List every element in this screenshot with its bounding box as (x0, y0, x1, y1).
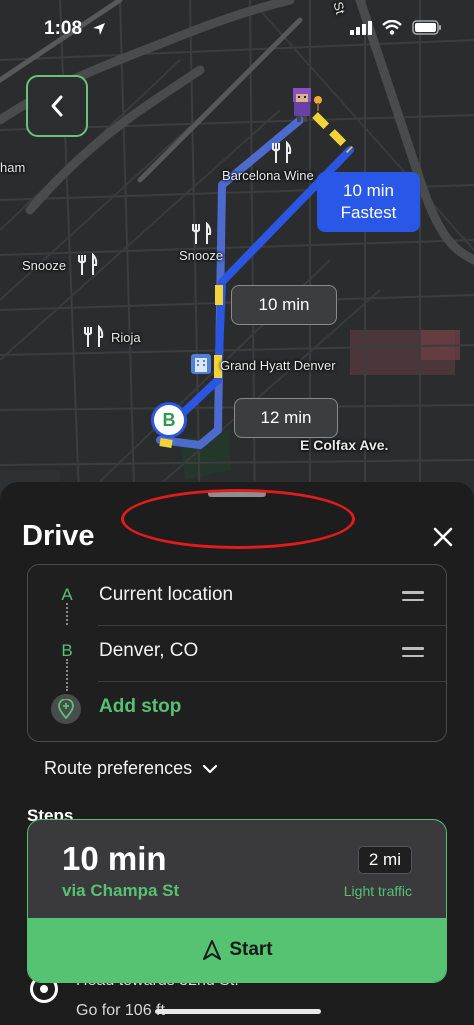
add-stop-label[interactable]: Add stop (99, 696, 181, 718)
restaurant-icon[interactable] (84, 325, 104, 349)
step-distance: Go for 106 ft (76, 1002, 165, 1019)
wifi-icon (382, 19, 402, 40)
cell-signal-icon (350, 20, 372, 40)
map-label-snooze-left[interactable]: Snooze (22, 258, 66, 273)
stop-label-b[interactable]: Denver, CO (99, 640, 198, 662)
battery-icon (412, 20, 442, 40)
map-label-snooze-center[interactable]: Snooze (179, 248, 223, 263)
chevron-left-icon (51, 95, 63, 117)
chevron-down-icon (202, 764, 218, 773)
route-bubble-alt-1[interactable]: 10 min (231, 285, 337, 325)
annotation-highlight-oval (121, 489, 355, 549)
route-preferences-label: Route preferences (44, 758, 193, 778)
stop-row-a[interactable]: A Current location (28, 569, 448, 625)
location-arrow-icon (92, 22, 106, 41)
home-indicator[interactable] (155, 1009, 321, 1014)
add-stop-icon[interactable] (51, 694, 81, 724)
map-label-ham: ham (0, 160, 26, 175)
close-icon (433, 527, 453, 547)
start-button-label: Start (229, 939, 273, 960)
reorder-handle-icon[interactable] (402, 647, 424, 662)
route-bubble-alt-1-time: 10 min (258, 295, 310, 314)
route-bubble-alt-2[interactable]: 12 min (234, 398, 338, 438)
reorder-handle-icon[interactable] (402, 591, 424, 606)
map-label-hyatt[interactable]: Grand Hyatt Denver (220, 358, 336, 373)
stops-list: A Current location B Denver, CO Add stop (27, 564, 447, 742)
route-via: via Champa St (62, 881, 180, 900)
route-traffic: Light traffic (343, 883, 412, 899)
back-button[interactable] (26, 75, 88, 137)
route-summary-card[interactable]: 10 min via Champa St 2 mi Light traffic … (27, 819, 447, 983)
restaurant-icon[interactable] (272, 141, 292, 165)
hotel-icon[interactable] (189, 352, 213, 376)
navigation-arrow-icon (203, 940, 222, 960)
directions-sheet: Drive A Current location B Denver, CO Ad… (0, 482, 474, 1025)
route-bubble-fastest-tag: Fastest (340, 203, 397, 222)
sheet-title: Drive (22, 520, 95, 552)
destination-marker-b[interactable]: B (151, 402, 187, 438)
restaurant-icon[interactable] (78, 253, 98, 277)
user-avatar-icon[interactable] (287, 86, 327, 124)
stop-row-b[interactable]: B Denver, CO (28, 625, 448, 681)
start-button[interactable]: Start (28, 918, 446, 982)
route-duration: 10 min (62, 840, 167, 877)
map-label-colfax: E Colfax Ave. (300, 437, 389, 453)
stop-letter-a: A (61, 585, 73, 604)
map-view[interactable]: 1:08 Barcelona Wine Snooze Snooze Rioja … (0, 0, 474, 520)
route-bubble-fastest-time: 10 min (342, 181, 395, 200)
map-label-rioja[interactable]: Rioja (111, 330, 141, 345)
close-button[interactable] (428, 522, 458, 552)
status-bar: 1:08 (0, 0, 474, 60)
route-bubble-alt-2-time: 12 min (260, 408, 312, 427)
route-distance-badge: 2 mi (357, 846, 412, 874)
route-preferences-toggle[interactable]: Route preferences (44, 758, 218, 779)
route-bubble-fastest[interactable]: 10 min Fastest (317, 172, 420, 232)
stop-letter-b: B (61, 641, 73, 660)
restaurant-icon[interactable] (192, 222, 212, 246)
add-stop-row[interactable]: Add stop (28, 681, 448, 737)
status-time: 1:08 (44, 18, 83, 39)
stop-label-a[interactable]: Current location (99, 584, 233, 606)
map-label-barcelona[interactable]: Barcelona Wine (222, 168, 314, 183)
